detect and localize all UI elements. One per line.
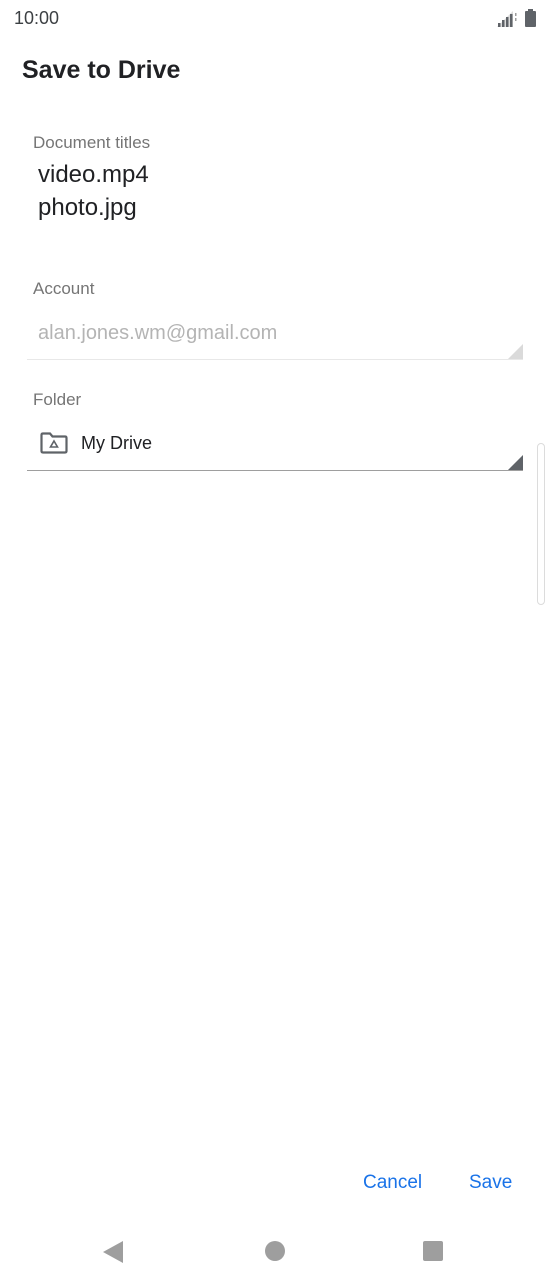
- document-title-item: photo.jpg: [38, 194, 137, 221]
- back-icon[interactable]: [103, 1241, 123, 1263]
- document-titles-label: Document titles: [33, 133, 151, 152]
- home-icon[interactable]: [265, 1241, 285, 1261]
- scrollbar[interactable]: [537, 443, 545, 605]
- cancel-button[interactable]: Cancel: [357, 1168, 428, 1198]
- battery-icon: [525, 9, 536, 27]
- folder-dropdown[interactable]: My Drive: [27, 420, 523, 471]
- folder-value: My Drive: [81, 433, 152, 453]
- document-titles-list: video.mp4 photo.jpg: [38, 158, 149, 224]
- navigation-bar: [0, 1222, 550, 1283]
- save-to-drive-screen: 10:00 Save to Drive Document titles vide…: [0, 0, 550, 1283]
- dialog-title: Save to Drive: [22, 56, 181, 84]
- signal-icon: [497, 11, 517, 27]
- account-label: Account: [33, 279, 95, 298]
- folder-label: Folder: [33, 390, 82, 409]
- status-bar: 10:00: [0, 0, 550, 36]
- dropdown-arrow-icon: [508, 344, 523, 359]
- save-button[interactable]: Save: [463, 1168, 518, 1198]
- dropdown-arrow-icon: [508, 455, 523, 470]
- status-time: 10:00: [14, 8, 60, 28]
- drive-folder-icon: [40, 432, 68, 454]
- document-title-item: video.mp4: [38, 161, 149, 188]
- account-dropdown: alan.jones.wm@gmail.com: [27, 310, 523, 360]
- recents-icon[interactable]: [423, 1241, 443, 1261]
- account-value: alan.jones.wm@gmail.com: [38, 322, 278, 344]
- status-icons: [497, 7, 536, 27]
